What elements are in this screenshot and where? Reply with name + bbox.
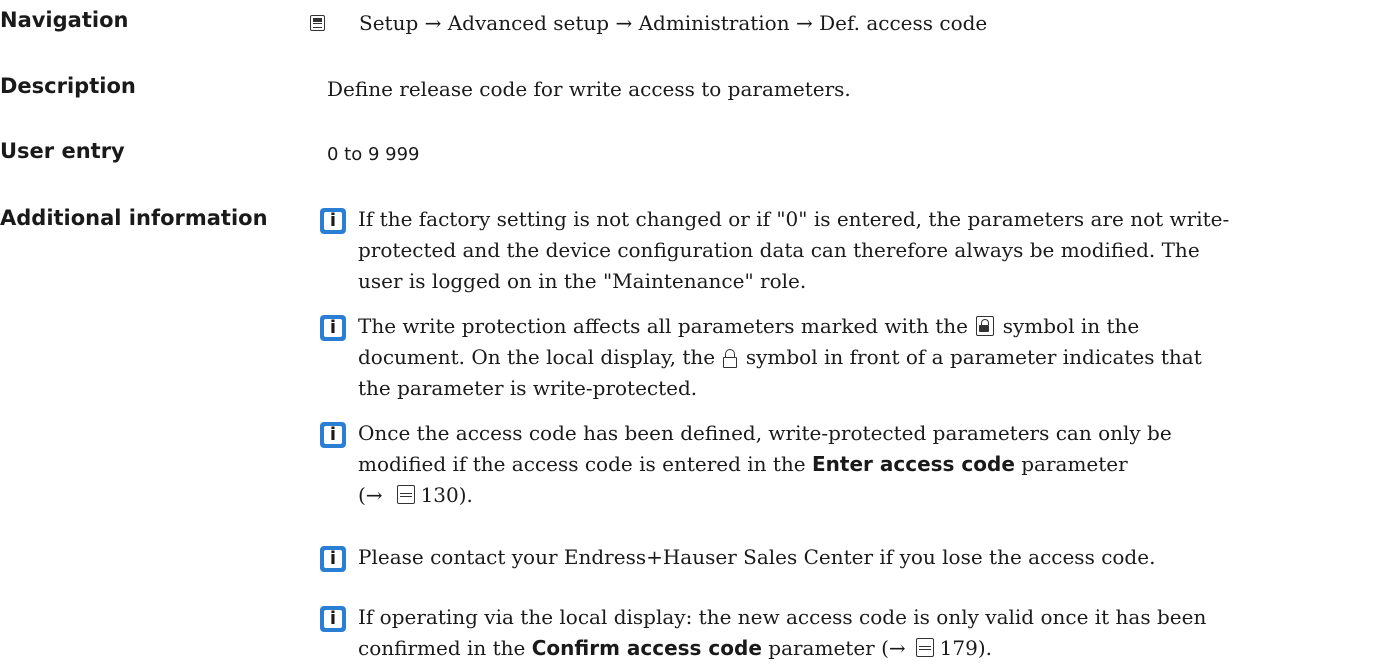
info-icon: i bbox=[320, 422, 346, 448]
operating-menu-icon bbox=[310, 15, 325, 31]
navigation-path-container: Setup → Advanced setup → Administration … bbox=[310, 8, 987, 39]
user-entry-label: User entry bbox=[0, 139, 125, 163]
info-icon: i bbox=[320, 208, 346, 234]
document-page: Navigation Setup → Advanced setup → Admi… bbox=[0, 0, 1376, 668]
page-ref-icon bbox=[915, 638, 934, 657]
enter-access-code-link[interactable]: Enter access code bbox=[812, 452, 1015, 476]
info-note-2-text: The write protection affects all paramet… bbox=[358, 314, 1202, 400]
info-icon: i bbox=[320, 546, 346, 572]
page-ref-130[interactable]: 130). bbox=[421, 483, 473, 507]
additional-information-label: Additional information bbox=[0, 206, 268, 230]
info-note-4-text: Please contact your Endress+Hauser Sales… bbox=[358, 545, 1156, 569]
info-note-1-text: If the factory setting is not changed or… bbox=[358, 207, 1230, 293]
info-icon: i bbox=[320, 606, 346, 632]
lock-icon bbox=[723, 349, 738, 368]
description-text: Define release code for write access to … bbox=[327, 77, 851, 101]
write-protected-lock-icon bbox=[976, 316, 995, 336]
info-note-3-text: Once the access code has been defined, w… bbox=[358, 421, 1172, 507]
navigation-label: Navigation bbox=[0, 8, 129, 32]
description-label: Description bbox=[0, 74, 136, 98]
confirm-access-code-link[interactable]: Confirm access code bbox=[532, 636, 762, 660]
info-note-5-text: If operating via the local display: the … bbox=[358, 605, 1207, 660]
page-ref-179[interactable]: 179). bbox=[940, 636, 992, 660]
info-icon: i bbox=[320, 315, 346, 341]
navigation-path: Setup → Advanced setup → Administration … bbox=[359, 11, 988, 35]
user-entry-text: 0 to 9 999 bbox=[327, 144, 420, 165]
page-ref-icon bbox=[396, 485, 415, 504]
